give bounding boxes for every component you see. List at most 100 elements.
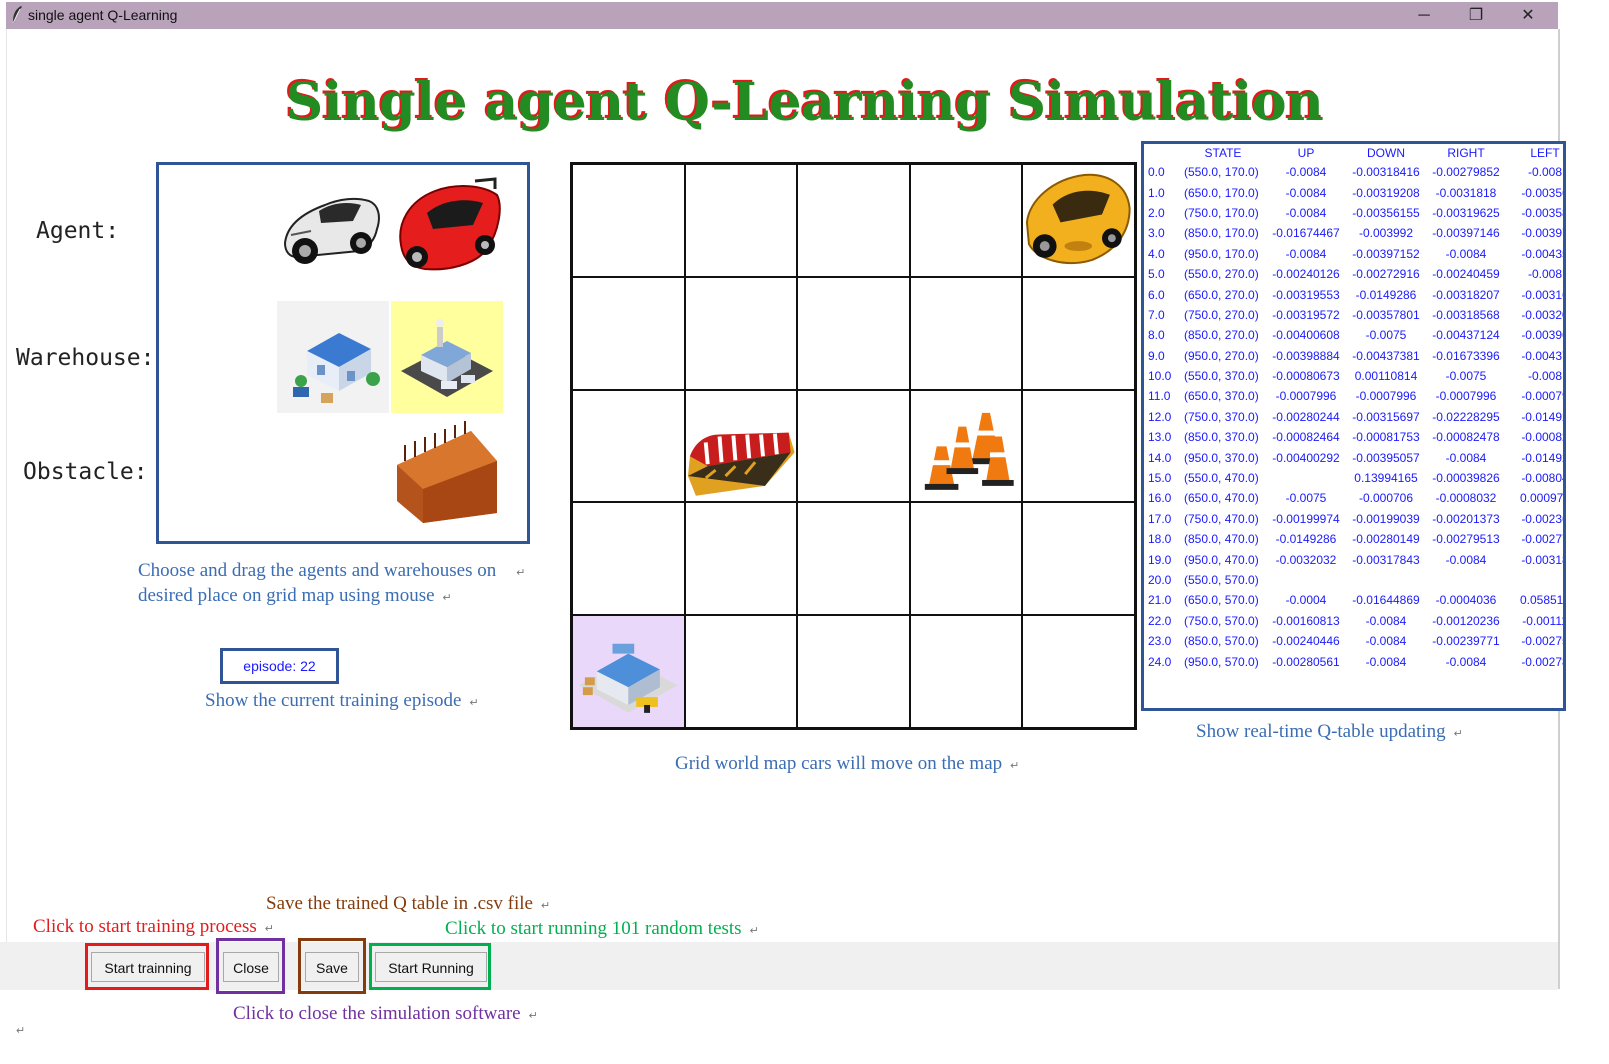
episode-hint: Show the current training episode ↵ — [205, 690, 479, 711]
warehouse-depot-icon[interactable] — [573, 616, 684, 727]
q-table-down-cell: -0.00199039 — [1352, 511, 1420, 526]
grid-cell[interactable] — [572, 164, 685, 277]
grid-cell[interactable] — [909, 389, 1023, 503]
q-table-row: 11.0 (650.0, 370.0) -0.0007996 -0.0007996 -0… — [1144, 386, 1563, 406]
grid-cell[interactable] — [797, 615, 910, 728]
q-table-left-cell: -0.008 — [1527, 267, 1563, 282]
main-title: Single agent Q-Learning Simulation — [285, 72, 1324, 133]
q-table-row: 4.0 (950.0, 170.0) -0.0084 -0.00397152 -0.00… — [1144, 244, 1563, 264]
maximize-button[interactable]: ❐ — [1453, 2, 1499, 29]
grid-cell[interactable] — [909, 276, 1023, 390]
grid-cell[interactable] — [909, 615, 1023, 728]
grid-cell[interactable] — [797, 276, 910, 390]
q-table-row: 15.0 (550.0, 470.0) 0.13994165 -0.00039826 -… — [1144, 468, 1563, 488]
q-table-state-cell: (550.0, 470.0) — [1184, 471, 1259, 486]
window-titlebar[interactable]: single agent Q-Learning ─ ❐ ✕ — [6, 2, 1558, 29]
q-table-down-cell: 0.13994165 — [1354, 471, 1418, 486]
grid-cell[interactable] — [572, 276, 685, 390]
grid-cell[interactable] — [1022, 389, 1135, 503]
q-table-index-cell: 21.0 — [1148, 593, 1172, 608]
q-table-right-cell: -0.00239771 — [1432, 634, 1500, 649]
grid-world-map[interactable] — [570, 162, 1137, 730]
warehouse-factory-icon[interactable] — [391, 301, 503, 413]
grid-cell[interactable] — [1022, 615, 1135, 728]
q-table-header-index — [1144, 144, 1180, 162]
q-table-down-cell: 0.00110814 — [1354, 369, 1418, 384]
grid-cell[interactable] — [684, 276, 798, 390]
grid-cell[interactable] — [684, 502, 798, 616]
grid-cell[interactable] — [684, 615, 798, 728]
q-table-header-state: STATE — [1204, 146, 1242, 160]
window-border-left — [6, 29, 7, 944]
grid-cell[interactable] — [572, 389, 685, 503]
warehouse-label: Warehouse: — [16, 345, 155, 371]
q-table-right-cell: -0.02228295 — [1432, 409, 1500, 424]
q-table-row: 19.0 (950.0, 470.0) -0.0032032 -0.00317843 -… — [1144, 549, 1566, 569]
q-table-state-cell: (850.0, 470.0) — [1184, 532, 1259, 547]
close-button[interactable]: Close — [223, 952, 279, 982]
save-button[interactable]: Save — [305, 952, 359, 982]
q-table-state-cell: (850.0, 170.0) — [1184, 226, 1259, 241]
obstacle-label: Obstacle: — [23, 459, 148, 485]
q-table-up-cell: -0.00280561 — [1272, 654, 1340, 669]
q-table-row: 24.0 (950.0, 570.0) -0.00280561 -0.0084 -0.0… — [1144, 651, 1566, 671]
grid-cell[interactable] — [797, 502, 910, 616]
q-table-row: 16.0 (650.0, 470.0) -0.0075 -0.000706 -0.000… — [1144, 488, 1563, 508]
q-table-up-cell: -0.0007996 — [1275, 389, 1337, 404]
q-table-right-cell: -0.0084 — [1445, 246, 1487, 261]
q-table-up-cell — [1266, 468, 1346, 488]
q-table-up-cell: -0.00199974 — [1272, 511, 1340, 526]
obstacle-traffic-cones-icon[interactable] — [911, 391, 1022, 502]
q-table-row: 13.0 (850.0, 370.0) -0.00082464 -0.00081753… — [1144, 427, 1563, 447]
q-table-index-cell: 23.0 — [1148, 634, 1172, 649]
q-table-index-cell: 9.0 — [1148, 348, 1165, 363]
grid-cell[interactable] — [909, 164, 1023, 277]
q-table-index-cell: 7.0 — [1148, 307, 1165, 322]
q-table-right-cell: -0.00279513 — [1432, 532, 1500, 547]
minimize-button[interactable]: ─ — [1401, 2, 1447, 29]
grid-cell[interactable] — [684, 389, 798, 503]
grid-cell[interactable] — [1022, 276, 1135, 390]
q-table-state-cell: (850.0, 270.0) — [1184, 328, 1259, 343]
q-table-state-cell: (750.0, 270.0) — [1184, 307, 1259, 322]
q-table-up-cell: -0.0084 — [1285, 165, 1327, 180]
q-table-left-cell: -0.00318 — [1521, 552, 1566, 567]
q-table-up-cell: -0.01674467 — [1272, 226, 1340, 241]
q-table-left-cell: -0.00278 — [1521, 654, 1566, 669]
q-table-up-cell: -0.0075 — [1285, 491, 1327, 506]
q-table-left-cell: -0.00358 — [1521, 205, 1566, 220]
q-table-state-cell: (750.0, 370.0) — [1184, 409, 1259, 424]
start-training-button[interactable]: Start trainning — [91, 952, 205, 982]
grid-cell[interactable] — [797, 389, 910, 503]
q-table-left-cell: -0.00437 — [1521, 348, 1566, 363]
start-running-button[interactable]: Start Running — [375, 952, 487, 982]
grid-cell[interactable] — [572, 502, 685, 616]
obstacle-barrier-icon[interactable] — [686, 391, 797, 502]
q-table-left-cell: -0.00320 — [1521, 307, 1566, 322]
grid-cell[interactable] — [684, 164, 798, 277]
q-table-right-cell: -0.0084 — [1445, 552, 1487, 567]
q-table-index-cell: 16.0 — [1148, 491, 1172, 506]
q-table-row: 0.0 (550.0, 170.0) -0.0084 -0.00318416 -0.00… — [1144, 162, 1563, 182]
q-table-index-cell: 1.0 — [1148, 185, 1165, 200]
agent-white-car-icon[interactable] — [277, 177, 389, 289]
grid-cell[interactable] — [572, 615, 685, 728]
warehouse-blue-house-icon[interactable] — [277, 301, 389, 413]
grid-cell[interactable] — [797, 164, 910, 277]
q-table-right-cell: -0.01673396 — [1432, 348, 1500, 363]
close-window-button[interactable]: ✕ — [1505, 2, 1551, 29]
grid-cell[interactable] — [909, 502, 1023, 616]
q-table-left-cell: -0.00275 — [1521, 634, 1566, 649]
grid-cell[interactable] — [1022, 502, 1135, 616]
q-table-down-cell: -0.00437381 — [1352, 348, 1420, 363]
q-table-index-cell: 3.0 — [1148, 226, 1165, 241]
q-table-row: 22.0 (750.0, 570.0) -0.00160813 -0.0084 -0.0… — [1144, 611, 1563, 631]
q-table-panel[interactable]: STATE UP DOWN RIGHT LEFT 0.0 (550.0, 170.… — [1141, 141, 1566, 711]
q-table-state-cell: (550.0, 170.0) — [1184, 165, 1259, 180]
agent-red-car-icon[interactable] — [391, 173, 503, 285]
agent-yellow-car-icon[interactable] — [1023, 165, 1134, 276]
window-title: single agent Q-Learning — [28, 7, 178, 23]
start-training-hint: Click to start training process ↵ — [33, 916, 274, 937]
grid-cell[interactable] — [1022, 164, 1135, 277]
obstacle-wall-icon[interactable] — [391, 415, 503, 527]
